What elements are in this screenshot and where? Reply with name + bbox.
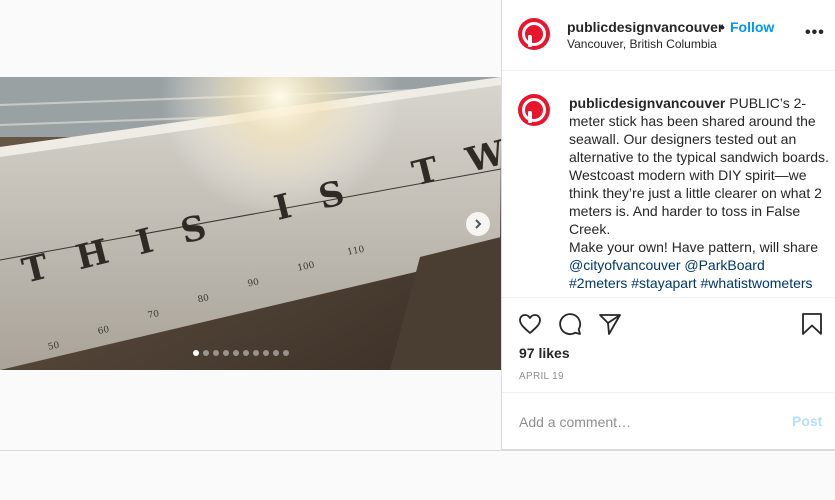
follow-button[interactable]: Follow [730, 19, 774, 35]
carousel-dot [273, 350, 279, 356]
carousel-dot [203, 350, 209, 356]
carousel-dot [263, 350, 269, 356]
save-button[interactable] [800, 312, 824, 336]
comment-icon [559, 313, 582, 336]
carousel-dots [193, 350, 289, 356]
post-photo[interactable]: THIS IS TWO METERS 50 60 70 80 90 100 110 [0, 77, 501, 370]
location-link[interactable]: Vancouver, British Columbia [567, 37, 717, 51]
carousel-dot [193, 350, 199, 356]
headline-text: THIS IS TWO METERS [18, 77, 501, 292]
avatar-logo-stem [528, 111, 532, 123]
share-icon [599, 314, 621, 335]
carousel-dot [233, 350, 239, 356]
header-separator: • [720, 19, 725, 35]
post-date: APRIL 19 [519, 371, 564, 382]
post-header: publicdesignvancouver • Follow Vancouver… [502, 0, 835, 71]
comment-bar: Post [502, 392, 835, 450]
comment-input[interactable] [519, 411, 769, 433]
carousel-dot [223, 350, 229, 356]
bottom-strip [0, 450, 835, 500]
caption-username[interactable]: publicdesignvancouver [569, 95, 725, 111]
post-comment-button[interactable]: Post [792, 413, 822, 429]
heart-icon [519, 314, 541, 334]
like-button[interactable] [518, 312, 542, 336]
action-bar [518, 312, 824, 336]
avatar-logo-stem [528, 35, 532, 47]
next-slide-button[interactable] [466, 212, 490, 236]
caption-line2: Make your own! Have pattern, will share [569, 239, 818, 255]
next-arrow-icon [475, 219, 482, 229]
avatar-logo-hole [531, 107, 537, 113]
post-sidebar: publicdesignvancouver • Follow Vancouver… [501, 0, 835, 450]
ruler-label: 110 [347, 245, 366, 258]
caption-text: PUBLIC’s 2-meter stick has been shared a… [569, 95, 829, 237]
header-username[interactable]: publicdesignvancouver [567, 19, 723, 35]
comment-button[interactable] [558, 312, 582, 336]
hashtag-link[interactable]: #stayapart [631, 275, 696, 291]
ruler-label: 100 [297, 261, 316, 274]
avatar-logo-hole [531, 31, 537, 37]
comments-area[interactable]: publicdesignvancouver PUBLIC’s 2-meter s… [502, 72, 835, 298]
ruler-label: 60 [97, 325, 110, 337]
hashtag-link[interactable]: #whatistwometers [701, 275, 813, 291]
post-card: THIS IS TWO METERS 50 60 70 80 90 100 110 publ… [0, 0, 835, 450]
carousel-dot [283, 350, 289, 356]
photo-text-layer: THIS IS TWO METERS 50 60 70 80 90 100 110 [18, 77, 501, 353]
likes-count[interactable]: 97 likes [519, 345, 570, 361]
carousel-dot [243, 350, 249, 356]
ruler-label: 70 [147, 309, 160, 321]
caption-avatar[interactable] [518, 94, 550, 126]
mention-link[interactable]: @ParkBoard [684, 257, 764, 273]
carousel-dot [253, 350, 259, 356]
ruler-label: 90 [247, 277, 260, 289]
ruler-label: 80 [197, 293, 210, 305]
media-area: THIS IS TWO METERS 50 60 70 80 90 100 110 [0, 0, 501, 450]
bookmark-icon [802, 313, 822, 335]
share-button[interactable] [598, 312, 622, 336]
mention-link[interactable]: @cityofvancouver [569, 257, 680, 273]
avatar[interactable] [518, 18, 550, 50]
hashtag-link[interactable]: #2meters [569, 275, 627, 291]
caption: publicdesignvancouver PUBLIC’s 2-meter s… [569, 94, 831, 292]
ruler-label: 50 [47, 341, 60, 353]
carousel-dot [213, 350, 219, 356]
more-options-button[interactable]: ••• [805, 24, 825, 42]
